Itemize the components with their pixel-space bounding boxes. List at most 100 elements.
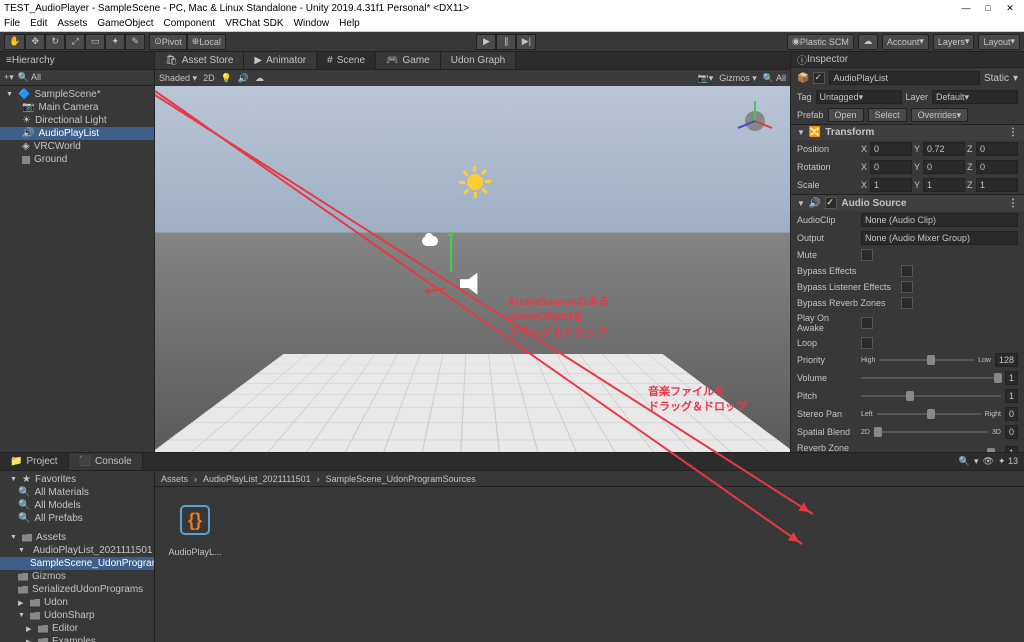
tab-asset-store[interactable]: 🛍 Asset Store [155, 52, 244, 69]
hierarchy-item[interactable]: ☀ Directional Light [0, 114, 154, 127]
play-button[interactable]: ▶ [476, 34, 496, 50]
pos-y-field[interactable]: 0.72 [923, 142, 965, 156]
hierarchy-item-selected[interactable]: 🔊 AudioPlayList [0, 127, 154, 140]
volume-value[interactable]: 1 [1005, 371, 1018, 385]
bypass-fx-checkbox[interactable] [901, 265, 913, 277]
menu-help[interactable]: Help [339, 18, 360, 29]
priority-value[interactable]: 128 [995, 353, 1018, 367]
loop-checkbox[interactable] [861, 337, 873, 349]
favorites-header[interactable]: ▼★ Favorites [0, 473, 154, 486]
spatial-slider[interactable] [874, 431, 988, 433]
menu-component[interactable]: Component [164, 18, 216, 29]
reverb-value[interactable]: 1 [1005, 446, 1018, 452]
pitch-value[interactable]: 1 [1005, 389, 1018, 403]
project-folder[interactable]: Gizmos [0, 570, 154, 583]
scene-root[interactable]: ▼🔷 SampleScene* [0, 88, 154, 101]
gameobject-name-field[interactable]: AudioPlayList [829, 71, 980, 85]
project-folder[interactable]: ▶ Udon [0, 596, 154, 609]
project-folder[interactable]: ▶ Examples [0, 635, 154, 642]
minimize-button[interactable]: — [956, 2, 976, 14]
fav-item[interactable]: 🔍 All Materials [0, 486, 154, 499]
breadcrumb-item[interactable]: SampleScene_UdonProgramSources [326, 474, 476, 484]
bypass-reverb-checkbox[interactable] [901, 297, 913, 309]
project-hidden-icon[interactable]: 👁 [983, 456, 994, 467]
pitch-slider[interactable] [861, 395, 1001, 397]
orientation-gizmo[interactable] [730, 96, 780, 146]
priority-slider[interactable] [879, 359, 974, 361]
spatial-value[interactable]: 0 [1005, 425, 1018, 439]
hierarchy-search[interactable]: 🔍 All [18, 72, 41, 83]
shaded-dropdown[interactable]: Shaded ▾ [159, 73, 197, 84]
menu-vrchat-sdk[interactable]: VRChat SDK [225, 18, 283, 29]
project-folder[interactable]: ▼ UdonSharp [0, 609, 154, 622]
project-folder-selected[interactable]: SampleScene_UdonProgramSourc [0, 557, 154, 570]
prefab-open-button[interactable]: Open [828, 108, 864, 122]
audioclip-field[interactable]: None (Audio Clip) [861, 213, 1018, 227]
layout-dropdown[interactable]: Layout ▾ [978, 34, 1020, 50]
project-folder[interactable]: ▼ AudioPlayList_2021111501 [0, 544, 154, 557]
custom-tool-icon[interactable]: ✎ [125, 34, 145, 50]
audiosource-component-header[interactable]: ▼ 🔊 Audio Source⋮ [791, 194, 1024, 211]
rot-x-field[interactable]: 0 [870, 160, 912, 174]
project-search-icon[interactable]: 🔍 [959, 456, 970, 467]
project-filter-icon[interactable]: ▾ [974, 456, 979, 467]
camera-icon[interactable]: 📷▾ [697, 73, 713, 84]
menu-file[interactable]: File [4, 18, 20, 29]
tab-udon-graph[interactable]: Udon Graph [441, 52, 516, 69]
asset-item[interactable]: {} AudioPlayL... [163, 495, 227, 634]
tab-console[interactable]: ⬛ Console [69, 453, 143, 470]
scale-y-field[interactable]: 1 [923, 178, 965, 192]
step-button[interactable]: ▶| [516, 34, 536, 50]
output-field[interactable]: None (Audio Mixer Group) [861, 231, 1018, 245]
hierarchy-item[interactable]: Ground [0, 153, 154, 166]
fav-item[interactable]: 🔍 All Prefabs [0, 512, 154, 525]
menu-gameobject[interactable]: GameObject [97, 18, 153, 29]
active-checkbox[interactable] [813, 72, 825, 84]
prefab-select-button[interactable]: Select [868, 108, 907, 122]
rotate-tool-icon[interactable]: ↻ [45, 34, 65, 50]
x-axis-gizmo[interactable] [425, 287, 445, 292]
audio-icon[interactable]: 🔊 [238, 73, 249, 84]
y-axis-gizmo[interactable] [450, 232, 452, 272]
hierarchy-create-icon[interactable]: +▾ [4, 72, 14, 83]
asset-grid[interactable]: {} AudioPlayL... [155, 487, 1024, 642]
breadcrumb-item[interactable]: AudioPlayList_2021111501 [203, 474, 311, 484]
scale-z-field[interactable]: 1 [976, 178, 1018, 192]
tab-project[interactable]: 📁 Project [0, 453, 69, 470]
scale-x-field[interactable]: 1 [870, 178, 912, 192]
layer-dropdown[interactable]: Default ▾ [932, 90, 1018, 104]
menu-window[interactable]: Window [294, 18, 330, 29]
scene-viewport[interactable] [155, 86, 790, 452]
stereo-value[interactable]: 0 [1005, 407, 1018, 421]
menu-edit[interactable]: Edit [30, 18, 47, 29]
audiosource-enabled-checkbox[interactable] [825, 197, 837, 209]
fav-item[interactable]: 🔍 All Models [0, 499, 154, 512]
hierarchy-item[interactable]: 📷 Main Camera [0, 101, 154, 114]
local-toggle[interactable]: ⊕ Local [187, 34, 226, 50]
rot-z-field[interactable]: 0 [976, 160, 1018, 174]
menu-assets[interactable]: Assets [57, 18, 87, 29]
mute-checkbox[interactable] [861, 249, 873, 261]
lighting-icon[interactable]: 💡 [221, 73, 232, 84]
tab-game[interactable]: 🎮 Game [376, 52, 441, 69]
static-dropdown-icon[interactable]: ▾ [1013, 73, 1018, 84]
tab-animator[interactable]: ▶ Animator [244, 52, 317, 69]
rot-y-field[interactable]: 0 [923, 160, 965, 174]
pos-x-field[interactable]: 0 [870, 142, 912, 156]
account-dropdown[interactable]: Account ▾ [882, 34, 929, 50]
fx-icon[interactable]: ☁ [255, 73, 264, 84]
2d-toggle[interactable]: 2D [203, 73, 215, 83]
layers-dropdown[interactable]: Layers ▾ [933, 34, 975, 50]
move-tool-icon[interactable]: ✥ [25, 34, 45, 50]
rect-tool-icon[interactable]: ▭ [85, 34, 105, 50]
pos-z-field[interactable]: 0 [976, 142, 1018, 156]
tab-scene[interactable]: # Scene [317, 52, 376, 69]
volume-slider[interactable] [861, 377, 1001, 379]
pivot-toggle[interactable]: ⊙ Pivot [149, 34, 187, 50]
prefab-overrides-button[interactable]: Overrides ▾ [911, 108, 969, 122]
breadcrumb-item[interactable]: Assets [161, 474, 188, 484]
transform-component-header[interactable]: ▼ 🔀 Transform⋮ [791, 124, 1024, 140]
inspector-tab[interactable]: ⓘ Inspector [791, 52, 1024, 68]
pause-button[interactable]: ∥ [496, 34, 516, 50]
maximize-button[interactable]: □ [978, 2, 998, 14]
